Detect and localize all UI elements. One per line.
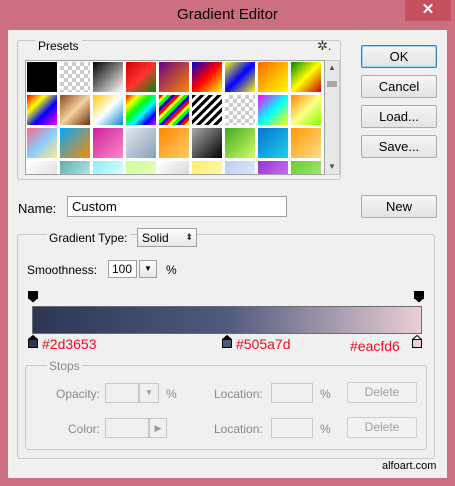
preset-swatch[interactable]: [290, 94, 322, 126]
opacity-stop-right[interactable]: [414, 291, 424, 303]
opacity-input[interactable]: [105, 383, 139, 403]
preset-swatch[interactable]: [125, 61, 157, 93]
gradient-type-value: Solid: [142, 231, 169, 245]
location-unit-opacity: %: [320, 387, 331, 401]
preset-swatch[interactable]: [59, 160, 91, 174]
close-icon: ✕: [421, 1, 435, 18]
color-stop-marker[interactable]: [28, 335, 38, 348]
preset-swatch[interactable]: [59, 127, 91, 159]
preset-swatch[interactable]: [191, 160, 223, 174]
scroll-down-icon[interactable]: ▼: [325, 160, 339, 174]
preset-swatch[interactable]: [26, 94, 58, 126]
smoothness-label: Smoothness:: [27, 263, 98, 277]
preset-swatch[interactable]: [92, 160, 124, 174]
preset-swatch[interactable]: [158, 94, 190, 126]
preset-swatch[interactable]: [257, 127, 289, 159]
updown-icon: ⬍: [185, 232, 193, 242]
preset-swatch[interactable]: [59, 94, 91, 126]
stops-label: Stops: [47, 359, 82, 373]
preset-swatch[interactable]: [59, 61, 91, 93]
close-button[interactable]: ✕: [405, 0, 451, 21]
presets-label: Presets: [35, 39, 82, 53]
ok-button[interactable]: OK: [361, 45, 437, 68]
preset-swatch[interactable]: [92, 127, 124, 159]
delete-opacity-stop-button[interactable]: Delete: [347, 382, 417, 403]
preset-swatch[interactable]: [125, 94, 157, 126]
preset-swatch[interactable]: [290, 127, 322, 159]
chevron-down-icon: ▼: [145, 388, 153, 397]
presets-swatch-grid: [25, 60, 325, 175]
gradient-type-label: Gradient Type:: [47, 231, 130, 245]
preset-swatch[interactable]: [224, 160, 256, 174]
color-stop-marker[interactable]: [222, 335, 232, 348]
color-picker-button[interactable]: ▶: [149, 418, 167, 438]
preset-swatch[interactable]: [158, 160, 190, 174]
opacity-unit: %: [166, 387, 177, 401]
preset-swatch[interactable]: [257, 61, 289, 93]
preset-swatch[interactable]: [158, 61, 190, 93]
preset-swatch[interactable]: [224, 127, 256, 159]
preset-swatch[interactable]: [26, 61, 58, 93]
color-stop-hex-label: #eacfd6: [350, 338, 400, 354]
preset-swatch[interactable]: [257, 160, 289, 174]
color-swatch-input[interactable]: [105, 418, 149, 438]
smoothness-input[interactable]: 100: [108, 260, 137, 278]
color-stop-hex-label: #2d3653: [42, 336, 97, 352]
preset-swatch[interactable]: [257, 94, 289, 126]
opacity-stop-left[interactable]: [28, 291, 38, 303]
preset-swatch[interactable]: [191, 127, 223, 159]
color-stop-marker[interactable]: [412, 335, 422, 348]
preset-swatch[interactable]: [191, 61, 223, 93]
triangle-right-icon: ▶: [154, 423, 162, 433]
preset-swatch[interactable]: [26, 160, 58, 174]
preset-swatch[interactable]: [125, 127, 157, 159]
presets-scrollbar[interactable]: ▲ ▼: [325, 60, 340, 175]
cancel-button[interactable]: Cancel: [361, 75, 437, 98]
name-input[interactable]: [67, 196, 287, 217]
preset-swatch[interactable]: [224, 61, 256, 93]
location-label-color: Location:: [214, 422, 263, 436]
smoothness-unit: %: [166, 263, 177, 277]
preset-swatch[interactable]: [158, 127, 190, 159]
preset-swatch[interactable]: [125, 160, 157, 174]
preset-swatch[interactable]: [224, 94, 256, 126]
color-stop-hex-label: #505a7d: [236, 336, 291, 352]
location-input-color[interactable]: [271, 418, 313, 438]
title-bar: Gradient Editor ✕: [0, 0, 455, 30]
name-label: Name:: [18, 201, 57, 216]
delete-color-stop-button[interactable]: Delete: [347, 417, 417, 438]
preset-swatch[interactable]: [191, 94, 223, 126]
gear-icon[interactable]: ✲.: [317, 38, 332, 54]
preset-swatch[interactable]: [92, 61, 124, 93]
location-unit-color: %: [320, 422, 331, 436]
scroll-thumb[interactable]: [327, 81, 337, 87]
save-button[interactable]: Save...: [361, 135, 437, 158]
watermark-text: alfoart.com: [382, 460, 437, 472]
opacity-dropdown[interactable]: ▼: [139, 383, 159, 403]
chevron-down-icon: ▼: [144, 264, 152, 273]
new-button[interactable]: New: [361, 195, 437, 218]
preset-swatch[interactable]: [26, 127, 58, 159]
color-label: Color:: [68, 422, 101, 436]
location-input-opacity[interactable]: [271, 383, 313, 403]
preset-swatch[interactable]: [290, 61, 322, 93]
load-button[interactable]: Load...: [361, 105, 437, 128]
scroll-up-icon[interactable]: ▲: [325, 61, 339, 75]
opacity-label: Opacity:: [56, 387, 101, 401]
smoothness-dropdown[interactable]: ▼: [139, 260, 157, 278]
gradient-preview-bar[interactable]: [32, 306, 422, 334]
gradient-type-select[interactable]: Solid ⬍: [137, 228, 197, 247]
preset-swatch[interactable]: [92, 94, 124, 126]
window-title: Gradient Editor: [177, 6, 278, 23]
preset-swatch[interactable]: [290, 160, 322, 174]
location-label-opacity: Location:: [214, 387, 263, 401]
